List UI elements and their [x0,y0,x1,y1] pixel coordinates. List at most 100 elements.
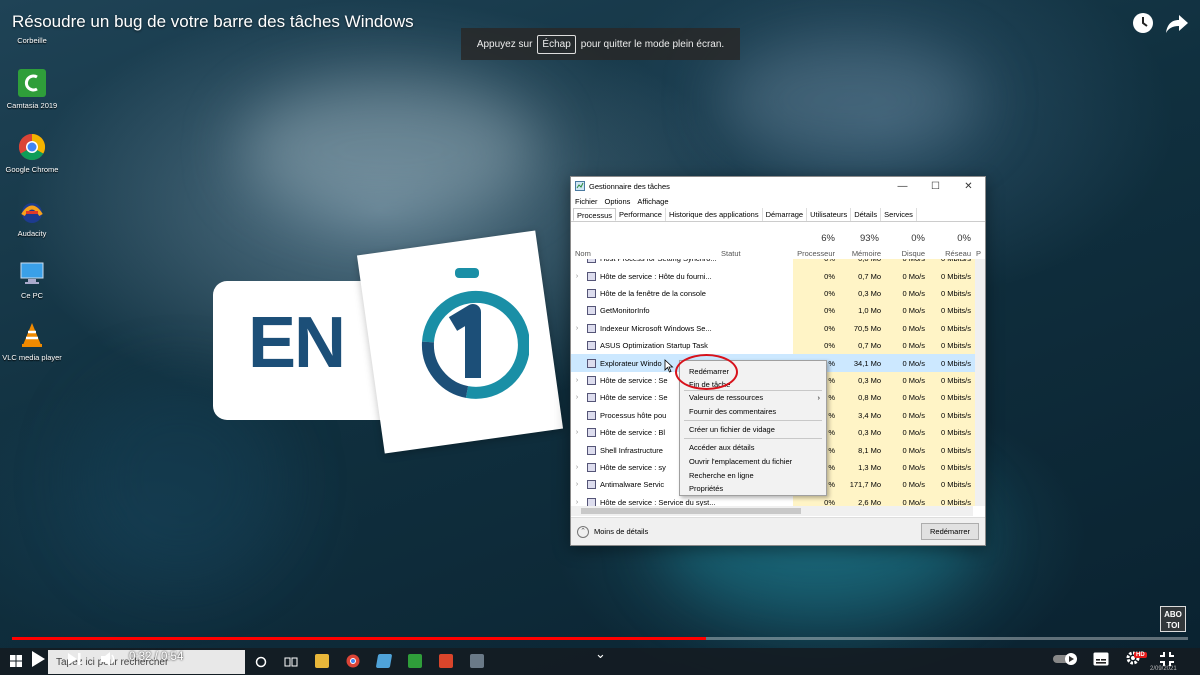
process-mem-value: 171,7 Mo [849,480,881,490]
process-icon [587,271,596,281]
menu-item-properties[interactable]: Propriétés [689,484,723,493]
fewer-details-toggle[interactable]: ⌃ Moins de détails [577,525,648,538]
chrome-taskbar-icon[interactable] [346,654,360,668]
expand-chevron-icon[interactable]: › [571,429,583,436]
autoplay-toggle-icon[interactable] [1052,652,1080,666]
desktop-icon-this-pc[interactable]: Ce PC [2,258,62,300]
close-button[interactable]: ✕ [952,181,985,192]
menu-item-search-online[interactable]: Recherche en ligne [689,471,754,480]
column-extra[interactable]: P [976,249,981,258]
process-row[interactable]: Host Process for Setting Synchro...0%0,0… [571,259,975,267]
cortana-icon[interactable] [255,656,267,668]
horizontal-scrollbar[interactable] [571,506,973,516]
tab-app-history[interactable]: Historique des applications [666,208,763,221]
process-name: Hôte de service : Hôte du fourni... [600,271,712,281]
column-status[interactable]: Statut [721,249,741,258]
task-manager-titlebar[interactable]: Gestionnaire des tâches — ☐ ✕ [571,177,985,195]
maximize-button[interactable]: ☐ [919,181,952,192]
camtasia-taskbar-icon[interactable] [408,654,422,668]
process-net-value: 0 Mbits/s [940,462,971,472]
process-name: GetMonitorInfo [600,306,650,316]
expand-chevron-icon[interactable]: › [571,325,583,332]
desktop-icon-vlc[interactable]: VLC media player [2,320,62,362]
process-row[interactable]: Hôte de la fenêtre de la console 0% 0,3 Mo… [571,285,975,302]
subscribe-watermark[interactable]: ABO TOI [1160,606,1186,632]
scrollbar-thumb[interactable] [581,508,801,514]
restart-button[interactable]: Redémarrer [920,523,979,540]
column-cpu[interactable]: Processeur [793,249,835,258]
tab-users[interactable]: Utilisateurs [807,208,852,221]
tab-processes[interactable]: Processus [573,208,617,221]
process-cpu-value: 0% [824,497,835,506]
desktop-icon-camtasia[interactable]: Camtasia 2019 [2,68,62,110]
desktop-icon-label: Camtasia 2019 [6,101,58,110]
clock-icon[interactable] [1130,10,1156,36]
tab-services[interactable]: Services [881,208,917,221]
task-manager-taskbar-icon[interactable] [470,654,484,668]
process-icon [587,445,596,455]
menu-view[interactable]: Affichage [637,197,668,206]
process-row[interactable]: › Hôte de service : Hôte du fourni... 0% 0,… [571,267,975,284]
minimize-button[interactable]: — [886,181,919,192]
video-title[interactable]: Résoudre un bug de votre barre des tâche… [12,12,414,32]
process-disk-value: 0 Mo/s [902,288,925,298]
desktop-icon-chrome[interactable]: Google Chrome [2,132,62,174]
progress-bar[interactable] [12,637,1188,640]
exit-fullscreen-icon[interactable] [1159,651,1175,667]
play-icon[interactable] [29,650,47,668]
tab-details[interactable]: Détails [851,208,882,221]
share-arrow-icon[interactable] [1164,10,1190,36]
process-icon [587,259,596,264]
chevron-down-icon[interactable]: ⌄ [595,646,606,662]
fullscreen-notice: Appuyez sur Échap pour quitter le mode p… [461,28,740,60]
windows-start-icon[interactable] [10,655,22,667]
process-icon [587,341,596,351]
expand-chevron-icon[interactable]: › [571,499,583,506]
expand-chevron-icon[interactable]: › [571,377,583,384]
subtitles-icon[interactable] [1093,652,1109,666]
process-cpu-value: 0% [793,259,835,263]
column-disk[interactable]: Disque [883,249,925,258]
tab-startup[interactable]: Démarrage [763,208,808,221]
process-disk-value: 0 Mo/s [902,341,925,351]
menu-file[interactable]: Fichier [575,197,598,206]
tab-performance[interactable]: Performance [616,208,666,221]
taskbar-date: 2/09/2021 [1150,666,1177,672]
vertical-scrollbar[interactable] [975,259,985,506]
process-mem-value: 8,1 Mo [858,445,881,455]
notepad-icon[interactable] [375,654,393,668]
menu-options[interactable]: Options [605,197,631,206]
expand-chevron-icon[interactable]: › [571,481,583,488]
menu-item-dump-file[interactable]: Créer un fichier de vidage [689,425,775,434]
process-disk-value: 0 Mo/s [902,306,925,316]
process-icon [587,480,596,490]
desktop-icon-recycle-bin[interactable]: Corbeille [2,36,62,45]
expand-chevron-icon[interactable]: › [571,464,583,471]
menu-item-go-to-details[interactable]: Accéder aux détails [689,443,754,452]
recorder-taskbar-icon[interactable] [439,654,453,668]
process-row[interactable]: ASUS Optimization Startup Task 0% 0,7 Mo 0 … [571,337,975,354]
process-net-value: 0 Mbits/s [940,306,971,316]
menu-item-feedback[interactable]: Fournir des commentaires [689,407,776,416]
desktop-icon-audacity[interactable]: Audacity [2,196,62,238]
process-mem-value: 0,8 Mo [858,393,881,403]
column-memory[interactable]: Mémoire [837,249,881,258]
task-view-icon[interactable] [284,656,298,668]
process-row[interactable]: GetMonitorInfo 0% 1,0 Mo 0 Mo/s 0 Mbits/s [571,302,975,319]
expand-chevron-icon[interactable]: › [571,273,583,280]
file-explorer-icon[interactable] [315,654,329,668]
process-mem-value: 2,6 Mo [858,497,881,506]
menu-item-open-file-location[interactable]: Ouvrir l'emplacement du fichier [689,457,792,466]
process-mem-value: 0,0 Mo [837,259,881,263]
expand-chevron-icon[interactable]: › [571,394,583,401]
column-name[interactable]: Nom [575,249,591,258]
task-manager-menubar: Fichier Options Affichage [571,195,985,208]
process-icon [587,288,596,298]
process-net-value: 0 Mbits/s [940,288,971,298]
column-network[interactable]: Réseau [929,249,971,258]
process-disk-value: 0 Mo/s [902,497,925,506]
menu-item-resource-values[interactable]: Valeurs de ressources [689,393,763,402]
volume-icon[interactable] [100,651,118,667]
process-row[interactable]: › Indexeur Microsoft Windows Se... 0% 70,5 … [571,320,975,337]
next-icon[interactable] [66,651,82,667]
